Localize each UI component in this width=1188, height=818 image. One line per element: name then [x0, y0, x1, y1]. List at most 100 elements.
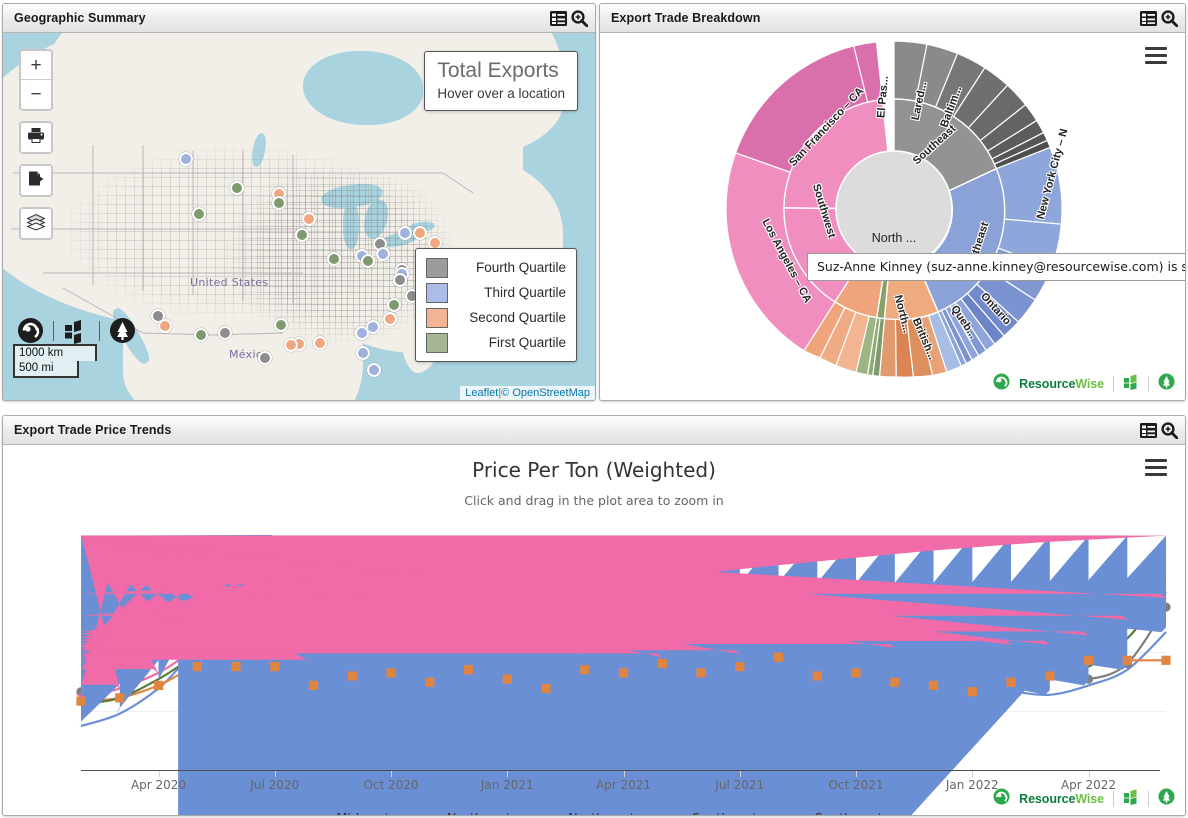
print-button[interactable] [21, 123, 51, 152]
zoom-search-icon[interactable] [1161, 421, 1178, 439]
zoom-in-button[interactable]: + [21, 51, 51, 80]
panel-header-tools [1140, 9, 1178, 27]
x-axis-tick [391, 771, 392, 777]
x-axis-tick-label: Jan 2021 [480, 778, 534, 792]
map-dot[interactable] [367, 363, 381, 377]
divider [99, 320, 100, 341]
zoom-search-icon[interactable] [1161, 9, 1178, 27]
map-dot[interactable] [295, 228, 309, 242]
legend-item[interactable]: Second Quartile [426, 305, 566, 330]
leaflet-link[interactable]: Leaflet [465, 387, 498, 399]
legend-item-midwest[interactable]: Midwest [305, 812, 390, 815]
legend-label: Northwest [568, 812, 635, 815]
layers-control-group [19, 207, 53, 240]
legend-item[interactable]: Third Quartile [426, 280, 566, 305]
map-dot[interactable] [355, 326, 369, 340]
x-axis-tick [507, 771, 509, 777]
panel-header-tools [550, 9, 588, 27]
map-dot[interactable] [313, 336, 327, 350]
map-attribution: Leaflet|© OpenStreetMap [460, 386, 595, 400]
signed-in-toast: Suz-Anne Kinney (suz-anne.kinney@resourc… [807, 253, 1185, 281]
map-dot[interactable] [356, 346, 370, 360]
layers-button[interactable] [21, 209, 51, 238]
chart-subtitle: Click and drag in the plot area to zoom … [464, 493, 724, 508]
map-dot[interactable] [383, 312, 397, 326]
table-icon[interactable] [1140, 10, 1157, 26]
leaflet-map[interactable]: United States México + − Total Exports H… [3, 33, 595, 400]
legend-marker-icon [416, 814, 440, 816]
hamburger-menu-icon[interactable] [1145, 47, 1167, 64]
map-controls: + − [19, 49, 53, 250]
hamburger-menu-icon[interactable] [1145, 459, 1167, 476]
map-dot[interactable] [413, 226, 427, 240]
map-dot[interactable] [376, 247, 390, 261]
legend-swatch-third-quartile [426, 282, 448, 303]
sunburst-body: North ... San Francisco – CA El Pas... L… [600, 33, 1185, 400]
legend-item-southeast[interactable]: Southeast [661, 812, 758, 815]
forest2market-icon[interactable] [1123, 373, 1139, 395]
map-dot[interactable] [274, 318, 288, 332]
panel-header-tools [1140, 421, 1178, 439]
forest2market-icon[interactable] [1123, 788, 1139, 810]
panel-header-export-trade-breakdown: Export Trade Breakdown [600, 4, 1185, 33]
export-control-group [19, 164, 53, 197]
map-dot[interactable] [179, 152, 193, 166]
map-dot[interactable] [284, 338, 298, 352]
legend-item-northwest[interactable]: Northwest [537, 812, 635, 815]
series-lines [75, 535, 1171, 815]
sunburst-chart[interactable]: North ... San Francisco – CA El Pas... L… [600, 33, 1185, 400]
forest2market-icon[interactable] [63, 317, 90, 344]
page-title: Export Trade Breakdown [611, 11, 761, 25]
trend-body: Price Per Ton (Weighted) Click and drag … [3, 445, 1185, 815]
legend-label: Third Quartile [484, 285, 566, 300]
map-dot[interactable] [230, 181, 244, 195]
legend-item[interactable]: First Quartile [426, 330, 566, 355]
zoom-search-icon[interactable] [571, 9, 588, 27]
map-dot[interactable] [393, 273, 407, 287]
resourcewise-globe-icon[interactable] [17, 317, 44, 344]
resourcewise-footer: ResourceWise [993, 373, 1175, 395]
tree-badge-icon[interactable] [1158, 788, 1175, 810]
x-axis [81, 770, 1160, 771]
map-dot[interactable] [194, 328, 208, 342]
map-dot[interactable] [398, 226, 412, 240]
tree-badge-icon[interactable] [109, 317, 136, 344]
map-dot[interactable] [327, 252, 341, 266]
chart-title: Price Per Ton (Weighted) [472, 458, 716, 482]
legend-item-southwest[interactable]: Southwest [784, 812, 883, 815]
x-axis-tick-label: Jul 2020 [250, 778, 300, 792]
page-title: Export Trade Price Trends [14, 423, 172, 437]
table-icon[interactable] [1140, 422, 1157, 438]
legend-label: Fourth Quartile [475, 260, 566, 275]
map-dot[interactable] [361, 254, 375, 268]
printer-icon [27, 127, 45, 148]
print-control-group [19, 121, 53, 154]
legend-label: Midwest [336, 812, 390, 815]
map-dot[interactable] [218, 326, 232, 340]
legend-label: Southwest [815, 812, 883, 815]
map-dot[interactable] [387, 298, 401, 312]
legend-label: First Quartile [488, 335, 566, 350]
legend-item[interactable]: Fourth Quartile [426, 255, 566, 280]
total-exports-title: Total Exports [437, 59, 559, 82]
map-dot[interactable] [158, 319, 172, 333]
x-axis-tick [739, 771, 741, 777]
map-dot[interactable] [302, 212, 316, 226]
sunburst-svg [725, 40, 1063, 378]
legend-label: Southeast [692, 812, 758, 815]
legend-item-northeast[interactable]: Northeast [416, 812, 511, 816]
divider [1113, 376, 1114, 392]
legend-swatch-first-quartile [426, 332, 448, 353]
map-dot[interactable] [192, 207, 206, 221]
export-button[interactable] [21, 166, 51, 195]
map-scale: 1000 km 500 mi [13, 344, 97, 378]
table-icon[interactable] [550, 10, 567, 26]
plot-area[interactable] [75, 535, 1171, 815]
price-trend-chart[interactable]: Price Per Ton (Weighted) Click and drag … [3, 445, 1185, 815]
zoom-out-button[interactable]: − [21, 80, 51, 109]
tree-badge-icon[interactable] [1158, 373, 1175, 395]
map-dot[interactable] [258, 351, 272, 365]
x-axis-tick-label: Oct 2020 [363, 778, 419, 792]
openstreetmap-link[interactable]: © OpenStreetMap [501, 387, 590, 399]
map-dot[interactable] [272, 196, 286, 210]
